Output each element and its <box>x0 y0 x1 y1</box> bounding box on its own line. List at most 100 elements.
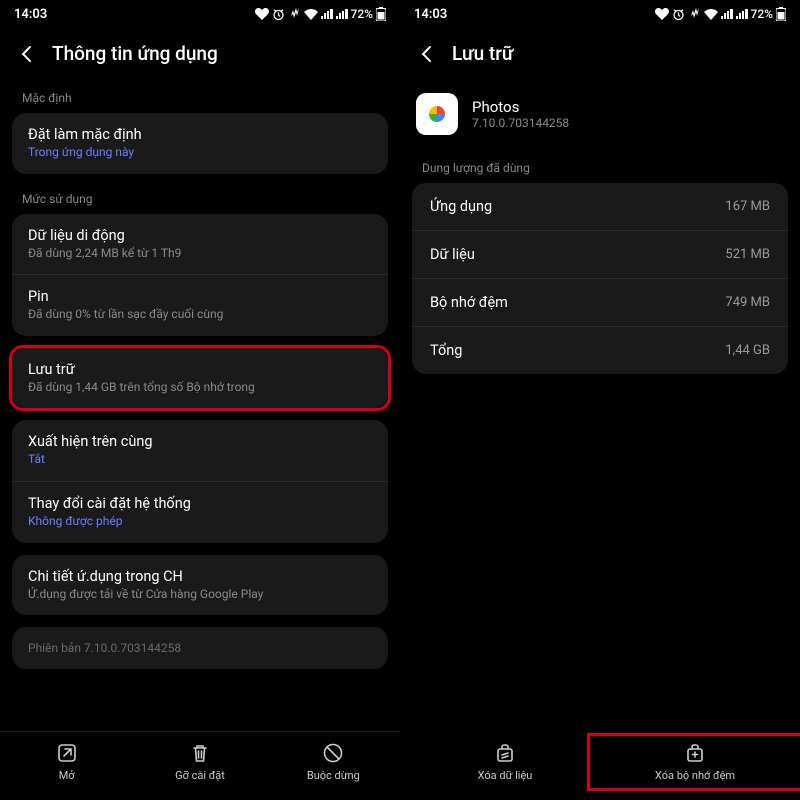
storage-row-data: Dữ liệu 521 MB <box>412 231 788 279</box>
google-photos-icon <box>422 99 452 129</box>
status-icons: 72% <box>655 7 786 21</box>
status-bar: 14:03 72% <box>0 0 400 28</box>
app-details-store-item[interactable]: Chi tiết ứ.dụng trong CH Ứ.dụng được tải… <box>12 555 388 616</box>
signal-icon-2 <box>736 9 748 19</box>
status-time: 14:03 <box>14 7 47 22</box>
mobile-data-item[interactable]: Dữ liệu di động Đã dùng 2,24 MB kể từ 1 … <box>12 214 388 276</box>
nav-label: Xóa bộ nhớ đệm <box>655 769 735 782</box>
clear-data-icon <box>494 742 516 764</box>
item-sub: Đã dùng 0% từ lần sạc đầy cuối cùng <box>28 307 372 323</box>
item-sub: Đã dùng 1,44 GB trên tổng số Bộ nhớ tron… <box>28 380 372 396</box>
clear-cache-button[interactable]: Xóa bộ nhớ đệm <box>587 733 800 791</box>
alarm-icon <box>272 8 285 21</box>
section-space-label: Dung lượng đã dùng <box>412 155 788 183</box>
bottom-nav: Mở Gỡ cài đặt Buộc dừng <box>0 731 400 800</box>
storage-value: 1,44 GB <box>725 343 770 358</box>
app-meta: Photos 7.10.0.703144258 <box>472 98 569 130</box>
item-sub: Đã dùng 2,24 MB kể từ 1 Th9 <box>28 246 372 262</box>
storage-value: 749 MB <box>725 295 770 310</box>
heart-icon <box>255 8 269 20</box>
battery-icon <box>376 7 386 21</box>
app-name: Photos <box>472 98 569 116</box>
version-text: Phiên bản 7.10.0.703144258 <box>12 627 388 669</box>
signal-icon <box>721 9 733 19</box>
item-title: Chi tiết ứ.dụng trong CH <box>28 568 372 585</box>
wifi-icon <box>304 9 318 20</box>
force-stop-button[interactable]: Buộc dừng <box>293 742 373 782</box>
card-permissions: Xuất hiện trên cùng Tắt Thay đổi cài đặt… <box>12 420 388 542</box>
storage-label: Ứng dụng <box>430 198 492 215</box>
item-sub: Không được phép <box>28 514 372 530</box>
battery-item[interactable]: Pin Đã dùng 0% từ lần sạc đầy cuối cùng <box>12 275 388 336</box>
storage-item[interactable]: Lưu trữ Đã dùng 1,44 GB trên tổng số Bộ … <box>12 348 388 409</box>
battery-percent: 72% <box>351 7 373 21</box>
status-time: 14:03 <box>414 7 447 22</box>
phone-left: 14:03 72% Thông tin ứng dụng Mặc định Đặ… <box>0 0 400 800</box>
set-default-item[interactable]: Đặt làm mặc định Trong ứng dụng này <box>12 113 388 174</box>
change-system-item[interactable]: Thay đổi cài đặt hệ thống Không được phé… <box>12 482 388 543</box>
storage-row-total: Tổng 1,44 GB <box>412 327 788 374</box>
nav-label: Xóa dữ liệu <box>478 769 533 782</box>
storage-label: Bộ nhớ đệm <box>430 294 508 311</box>
appear-on-top-item[interactable]: Xuất hiện trên cùng Tắt <box>12 420 388 482</box>
item-title: Xuất hiện trên cùng <box>28 433 372 450</box>
content-area: Mặc định Đặt làm mặc định Trong ứng dụng… <box>0 85 400 731</box>
header: Lưu trữ <box>400 28 800 85</box>
bottom-nav: Xóa dữ liệu Xóa bộ nhớ đệm <box>400 732 800 800</box>
page-title: Lưu trữ <box>452 42 514 65</box>
trash-icon <box>189 742 211 764</box>
nav-label: Buộc dừng <box>307 769 360 782</box>
battery-percent: 72% <box>751 7 773 21</box>
nav-label: Mở <box>59 769 75 782</box>
card-store: Chi tiết ứ.dụng trong CH Ứ.dụng được tải… <box>12 555 388 616</box>
item-sub: Tắt <box>28 452 372 468</box>
item-title: Dữ liệu di động <box>28 227 372 244</box>
item-title: Thay đổi cài đặt hệ thống <box>28 495 372 512</box>
clear-data-button[interactable]: Xóa dữ liệu <box>410 742 600 782</box>
section-default-label: Mặc định <box>12 85 388 113</box>
heart-icon <box>655 8 669 20</box>
uninstall-button[interactable]: Gỡ cài đặt <box>160 742 240 782</box>
card-storage: Lưu trữ Đã dùng 1,44 GB trên tổng số Bộ … <box>12 348 388 409</box>
item-sub: Trong ứng dụng này <box>28 145 372 161</box>
highlight-storage: Lưu trữ Đã dùng 1,44 GB trên tổng số Bộ … <box>9 345 391 412</box>
storage-value: 167 MB <box>725 199 770 214</box>
back-button[interactable] <box>16 43 38 65</box>
app-info-row: Photos 7.10.0.703144258 <box>400 85 800 155</box>
vibrate-icon <box>688 8 701 21</box>
storage-label: Dữ liệu <box>430 246 475 263</box>
item-title: Lưu trữ <box>28 361 372 378</box>
signal-icon-2 <box>336 9 348 19</box>
vibrate-icon <box>288 8 301 21</box>
chevron-left-icon <box>417 44 437 64</box>
battery-icon <box>776 7 786 21</box>
alarm-icon <box>672 8 685 21</box>
storage-label: Tổng <box>430 342 462 359</box>
storage-value: 521 MB <box>725 247 770 262</box>
clear-cache-icon <box>684 742 706 764</box>
card-default: Đặt làm mặc định Trong ứng dụng này <box>12 113 388 174</box>
item-title: Pin <box>28 288 372 305</box>
stop-icon <box>322 742 344 764</box>
nav-label: Gỡ cài đặt <box>175 769 225 782</box>
header: Thông tin ứng dụng <box>0 28 400 85</box>
phone-right: 14:03 72% Lưu trữ Photos <box>400 0 800 800</box>
app-version: 7.10.0.703144258 <box>472 116 569 130</box>
item-title: Đặt làm mặc định <box>28 126 372 143</box>
item-sub: Ứ.dụng được tải về từ Cửa hàng Google Pl… <box>28 587 372 603</box>
storage-row-cache: Bộ nhớ đệm 749 MB <box>412 279 788 327</box>
section-usage-label: Mức sử dụng <box>12 186 388 214</box>
content-area: Dung lượng đã dùng Ứng dụng 167 MB Dữ li… <box>400 155 800 732</box>
storage-card: Ứng dụng 167 MB Dữ liệu 521 MB Bộ nhớ đệ… <box>412 183 788 374</box>
card-version: Phiên bản 7.10.0.703144258 <box>12 627 388 669</box>
page-title: Thông tin ứng dụng <box>52 42 218 65</box>
status-icons: 72% <box>255 7 386 21</box>
signal-icon <box>321 9 333 19</box>
open-button[interactable]: Mở <box>27 742 107 782</box>
wifi-icon <box>704 9 718 20</box>
open-icon <box>56 742 78 764</box>
back-button[interactable] <box>416 43 438 65</box>
card-usage: Dữ liệu di động Đã dùng 2,24 MB kể từ 1 … <box>12 214 388 336</box>
photos-app-icon <box>416 93 458 135</box>
storage-row-app: Ứng dụng 167 MB <box>412 183 788 231</box>
